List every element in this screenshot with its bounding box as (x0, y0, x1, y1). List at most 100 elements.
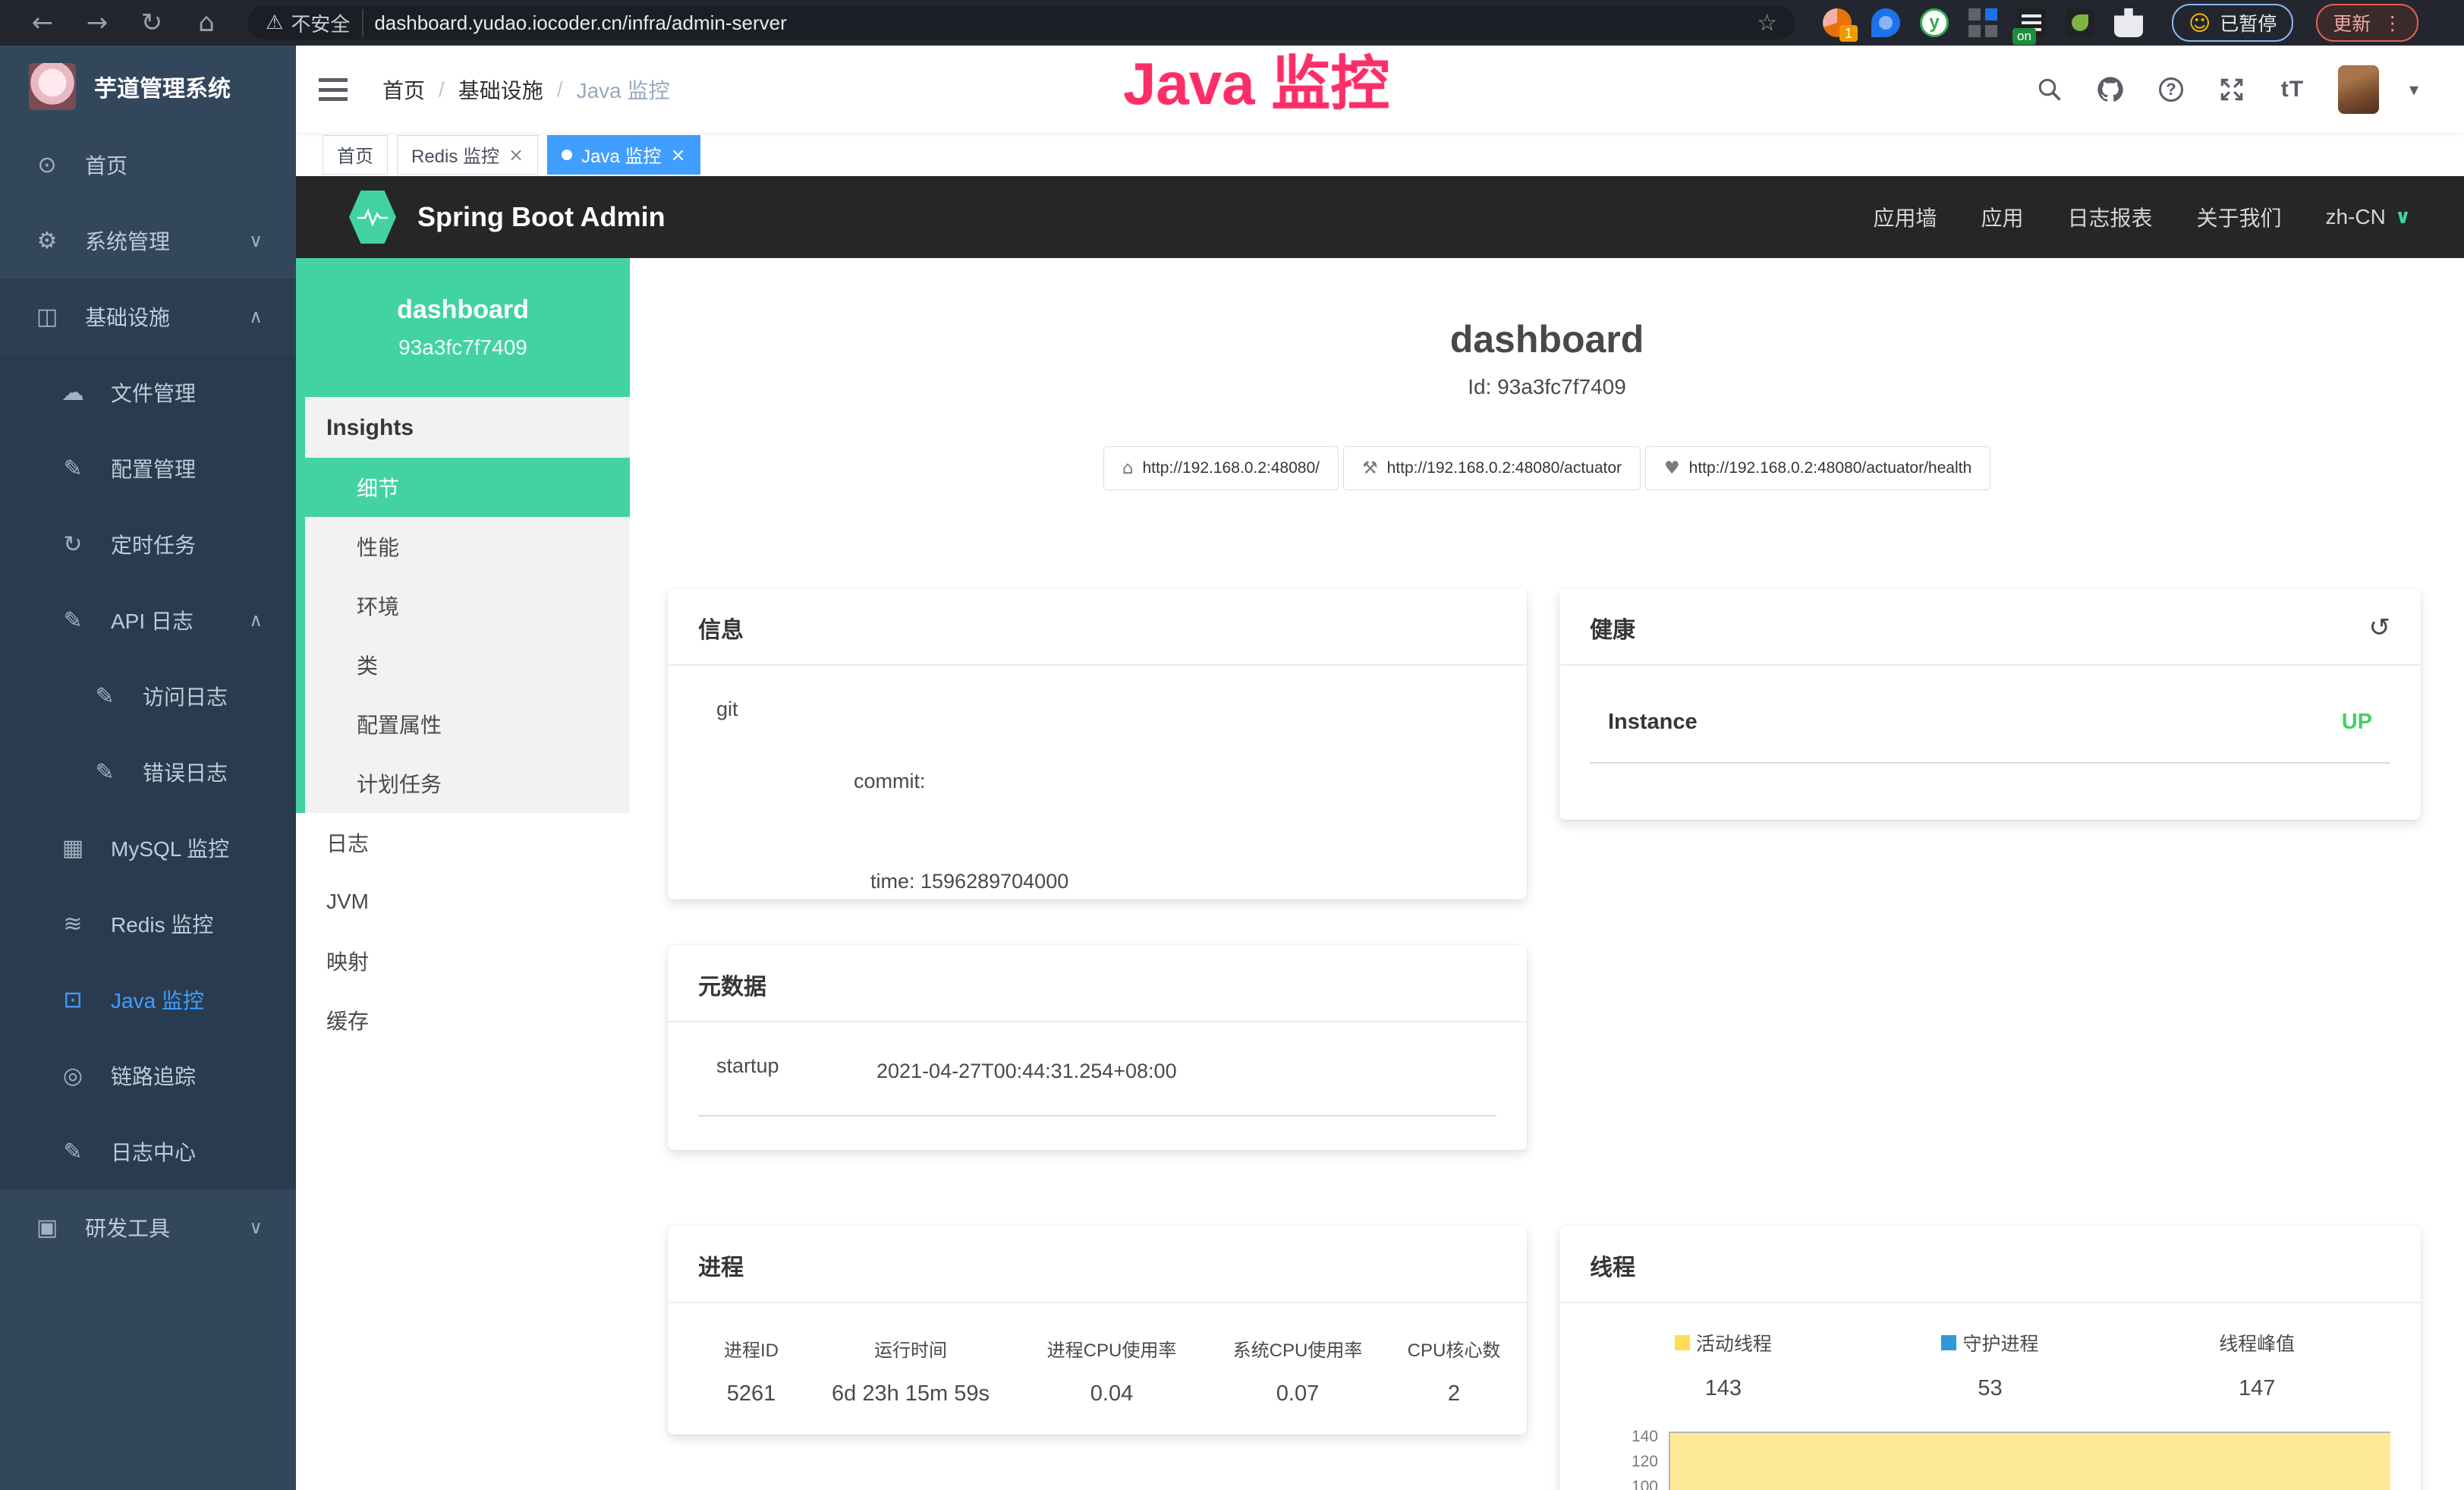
sba-item-logs[interactable]: 日志 (296, 813, 630, 872)
sba-nav-journal[interactable]: 日志报表 (2068, 202, 2153, 232)
hamburger-icon[interactable] (319, 78, 348, 101)
edit-icon: ✎ (88, 683, 121, 710)
sidebar-item-access-logs[interactable]: ✎ 访问日志 (0, 658, 296, 734)
sba-item-environment[interactable]: 环境 (305, 576, 630, 635)
bookmark-star-icon[interactable]: ☆ (1757, 10, 1777, 36)
breadcrumb-infrastructure[interactable]: 基础设施 (458, 74, 543, 105)
user-caret-down-icon[interactable]: ▾ (2409, 79, 2418, 100)
info-row-git: git commit: time: 1596289704000 id: 27aa… (698, 698, 1496, 899)
sba-item-label: 缓存 (326, 1005, 369, 1035)
sidebar-item-system-management[interactable]: ⚙ 系统管理 ∨ (0, 203, 296, 279)
col-system-cpu: 系统CPU使用率 (1207, 1335, 1389, 1362)
browser-forward-icon[interactable]: → (73, 8, 121, 38)
home-icon: ⌂ (1122, 458, 1134, 478)
browser-home-icon[interactable]: ⌂ (182, 8, 231, 38)
extension-icon-orange[interactable]: 1 (1823, 8, 1852, 37)
sba-item-metrics[interactable]: 性能 (305, 517, 630, 576)
sba-item-caches[interactable]: 缓存 (296, 991, 630, 1050)
sidebar-item-dev-tools[interactable]: ▣ 研发工具 ∨ (0, 1189, 296, 1265)
sidebar-item-config-management[interactable]: ✎ 配置管理 (0, 430, 296, 506)
threads-values: 143 53 147 (1590, 1356, 2390, 1401)
sidebar-item-infrastructure[interactable]: ◫ 基础设施 ∧ (0, 279, 296, 354)
browser-reload-icon[interactable]: ↻ (127, 8, 176, 38)
sba-item-details[interactable]: 细节 (305, 458, 630, 517)
app-header: 首页 / 基础设施 / Java 监控 ? tT ▾ (296, 46, 2464, 133)
sidebar-item-label: 错误日志 (143, 757, 228, 787)
security-status[interactable]: ⚠ 不安全 (266, 9, 363, 37)
info-key: git (698, 698, 854, 899)
sba-item-classes[interactable]: 类 (305, 635, 630, 695)
health-row[interactable]: Instance UP (1590, 698, 2390, 735)
sba-item-mappings[interactable]: 映射 (296, 931, 630, 991)
sidebar-item-log-center[interactable]: ✎ 日志中心 (0, 1114, 296, 1189)
extension-icon-grid[interactable] (1968, 8, 1997, 37)
tab-java-monitor[interactable]: Java 监控 × (547, 135, 700, 175)
spring-boot-admin-logo-icon[interactable] (349, 191, 396, 244)
sidebar-item-scheduled-tasks[interactable]: ↻ 定时任务 (0, 506, 296, 582)
service-url-button[interactable]: ⌂ http://192.168.0.2:48080/ (1103, 446, 1339, 490)
sba-item-jvm[interactable]: JVM (296, 872, 630, 931)
instance-id-line: Id: 93a3fc7f7409 (630, 375, 2464, 399)
github-icon[interactable] (2095, 74, 2126, 105)
sidebar-item-redis-monitor[interactable]: ≋ Redis 监控 (0, 886, 296, 962)
font-size-icon[interactable]: tT (2277, 74, 2308, 105)
sba-item-label: 类 (357, 650, 378, 680)
extension-icon-y[interactable]: y (1920, 8, 1949, 37)
address-bar[interactable]: ⚠ 不安全 dashboard.yudao.iocoder.cn/infra/a… (247, 6, 1795, 39)
health-history-icon[interactable]: ↺ (2369, 613, 2391, 643)
profile-paused-chip[interactable]: ☺ 已暂停 (2172, 4, 2293, 42)
actuator-url-button[interactable]: ⚒ http://192.168.0.2:48080/actuator (1343, 446, 1641, 490)
monitor-icon: ◫ (30, 304, 64, 330)
sba-instance-header[interactable]: dashboard 93a3fc7f7409 (296, 258, 630, 397)
tab-redis-monitor[interactable]: Redis 监控 × (397, 135, 538, 175)
chrome-update-button[interactable]: 更新 ⋮ (2316, 4, 2418, 42)
process-table-values: 5261 6d 23h 15m 59s 0.04 0.07 2 (698, 1362, 1496, 1407)
sidebar-item-label: 系统管理 (85, 225, 170, 256)
app-logo-row[interactable]: 芋道管理系统 (0, 46, 296, 127)
admin-sidebar: 芋道管理系统 ⊙ 首页 ⚙ 系统管理 ∨ ◫ 基础设施 ∧ ☁ 文件管理 ✎ 配… (0, 46, 296, 1490)
extension-icon-leaf[interactable] (2066, 8, 2094, 37)
tab-home[interactable]: 首页 (323, 135, 388, 175)
extension-icon-bars[interactable]: on (2017, 8, 2046, 37)
metadata-card-header: 元数据 (668, 945, 1527, 1022)
browser-back-icon[interactable]: ← (18, 8, 67, 38)
health-url-button[interactable]: ♥ http://192.168.0.2:48080/actuator/heal… (1645, 446, 1990, 490)
breadcrumb-home[interactable]: 首页 (382, 74, 425, 105)
search-icon[interactable] (2034, 74, 2065, 105)
sidebar-item-api-logs[interactable]: ✎ API 日志 ∧ (0, 582, 296, 658)
sidebar-item-mysql-monitor[interactable]: ▦ MySQL 监控 (0, 810, 296, 886)
sba-nav-applications[interactable]: 应用 (1981, 202, 2023, 232)
user-avatar[interactable] (2338, 65, 2379, 114)
close-icon[interactable]: × (671, 144, 686, 165)
breadcrumb-separator: / (439, 77, 445, 102)
sba-item-config-properties[interactable]: 配置属性 (305, 695, 630, 754)
extension-icon-pin[interactable] (1871, 8, 1900, 37)
screen: ← → ↻ ⌂ ⚠ 不安全 dashboard.yudao.iocoder.cn… (0, 0, 2464, 1490)
sidebar-item-label: Redis 监控 (111, 909, 213, 939)
extensions-puzzle-icon[interactable] (2114, 8, 2143, 37)
close-icon[interactable]: × (508, 144, 524, 165)
sidebar-item-java-monitor[interactable]: ⊡ Java 监控 (0, 962, 296, 1038)
sba-language-select[interactable]: zh-CN ∨ (2326, 205, 2411, 229)
browser-menu-kebab-icon[interactable]: ⋮ (2383, 12, 2402, 34)
sidebar-item-file-management[interactable]: ☁ 文件管理 (0, 354, 296, 430)
row-divider (1590, 762, 2390, 764)
sba-item-label: 配置属性 (357, 709, 442, 739)
fullscreen-icon[interactable] (2217, 74, 2247, 105)
help-icon[interactable]: ? (2156, 74, 2186, 105)
warning-icon: ⚠ (266, 11, 283, 34)
metadata-row-startup: startup 2021-04-27T00:44:31.254+08:00 (698, 1054, 1496, 1088)
tab-label: 首页 (337, 141, 373, 168)
security-label: 不安全 (291, 9, 350, 37)
sidebar-item-home[interactable]: ⊙ 首页 (0, 127, 296, 203)
sba-sidebar: dashboard 93a3fc7f7409 Insights 细节 性能 环境… (296, 258, 630, 1490)
dashboard-icon: ⊙ (30, 152, 64, 178)
card-title: 线程 (1590, 1249, 1635, 1282)
sba-brand-title[interactable]: Spring Boot Admin (417, 201, 666, 233)
sba-nav-wall[interactable]: 应用墙 (1873, 202, 1937, 232)
sba-item-scheduled-tasks[interactable]: 计划任务 (305, 754, 630, 813)
browser-toolbar: ← → ↻ ⌂ ⚠ 不安全 dashboard.yudao.iocoder.cn… (0, 0, 2464, 46)
sidebar-item-trace[interactable]: ◎ 链路追踪 (0, 1038, 296, 1114)
sidebar-item-error-logs[interactable]: ✎ 错误日志 (0, 734, 296, 810)
sba-nav-about[interactable]: 关于我们 (2197, 202, 2282, 232)
